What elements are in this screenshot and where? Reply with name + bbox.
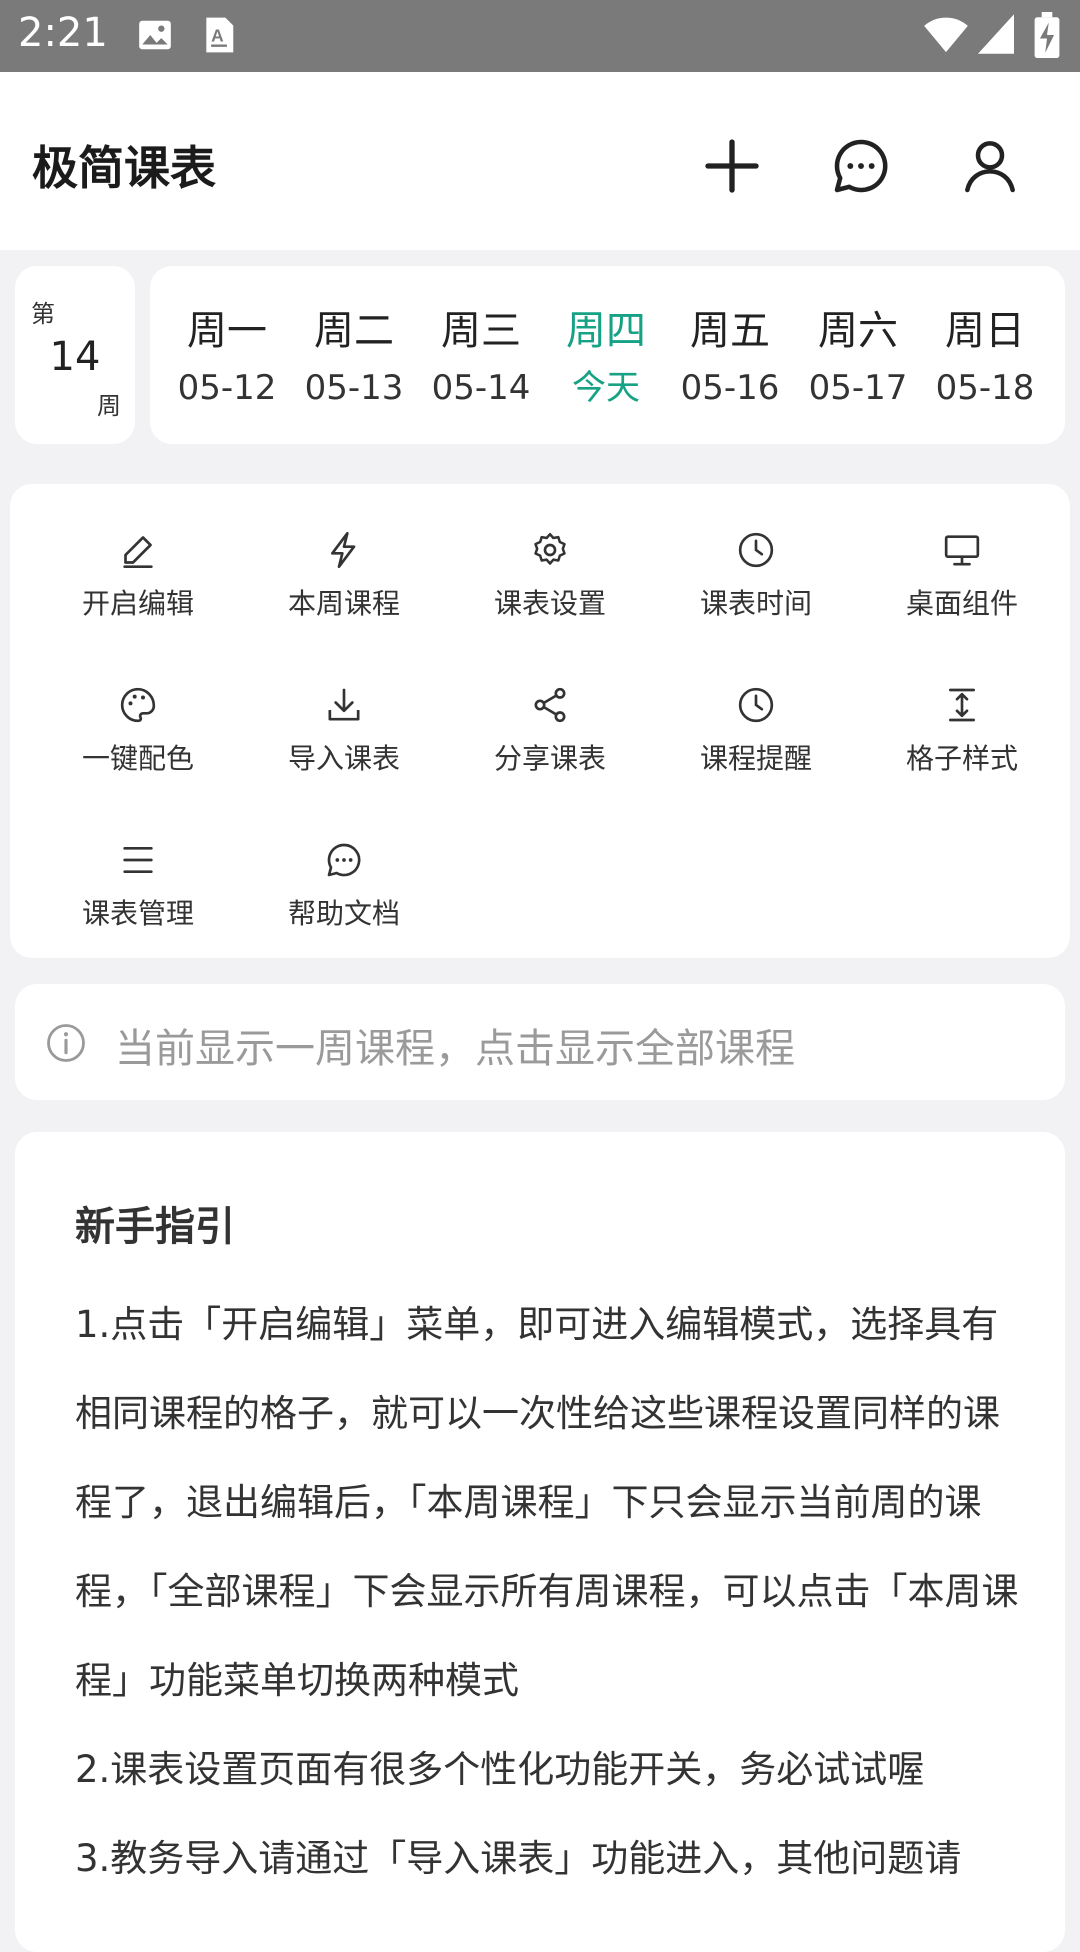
day-date: 05-17 — [808, 368, 908, 408]
day-date: 今天 — [572, 368, 640, 408]
clock-icon — [738, 687, 774, 723]
menu-item-reminder[interactable]: 课程提醒 — [676, 685, 836, 777]
day-date: 05-14 — [431, 368, 531, 408]
menu-item-label: 课表管理 — [81, 897, 194, 930]
day-name: 周三 — [441, 308, 521, 354]
info-icon — [47, 1024, 85, 1062]
menu-item-label: 课表设置 — [493, 587, 606, 620]
day-thursday-today: 周四 今天 — [546, 304, 666, 418]
day-sunday: 周日 05-18 — [925, 304, 1045, 418]
guide-paragraph: 2.课表设置页面有很多个性化功能开关，务必试试喔 — [75, 1748, 925, 1791]
list-icon — [123, 847, 153, 873]
menu-item-label: 格子样式 — [905, 742, 1018, 775]
download-icon — [328, 688, 360, 721]
day-name: 周六 — [818, 308, 898, 354]
menu-item-color[interactable]: 一键配色 — [58, 685, 218, 777]
menu-item-manage[interactable]: 课表管理 — [58, 840, 218, 932]
show-all-courses-bar[interactable]: 当前显示一周课程，点击显示全部课程 — [15, 984, 1065, 1100]
menu-item-label: 桌面组件 — [905, 587, 1018, 620]
clock-icon — [738, 532, 774, 568]
day-date: 05-12 — [177, 368, 277, 408]
menu-item-week-courses[interactable]: 本周课程 — [264, 530, 424, 622]
day-monday: 周一 05-12 — [167, 304, 287, 418]
menu-item-label: 课表时间 — [699, 587, 812, 620]
week-number: 14 — [49, 334, 101, 380]
week-suffix: 周 — [97, 392, 121, 420]
signal-icon — [978, 14, 1014, 58]
menu-item-time[interactable]: 课表时间 — [676, 530, 836, 622]
week-prefix: 第 — [31, 300, 55, 328]
day-friday: 周五 05-16 — [670, 304, 790, 418]
menu-item-help[interactable]: 帮助文档 — [264, 840, 424, 932]
guide-paragraph: 1.点击「开启编辑」菜单，即可进入编辑模式，选择具有相同课程的格子，就可以一次性… — [75, 1303, 1019, 1702]
wifi-icon — [924, 14, 968, 58]
guide-title: 新手指引 — [75, 1204, 235, 1250]
battery-charging-icon — [1034, 12, 1060, 62]
menu-item-label: 本周课程 — [287, 587, 400, 620]
share-icon — [534, 687, 566, 723]
pencil-icon — [123, 536, 153, 568]
text-a-icon: A — [202, 16, 236, 58]
status-time: 2:21 — [18, 10, 108, 56]
menu-item-settings[interactable]: 课表设置 — [470, 530, 630, 622]
guide-paragraph: 3.教务导入请通过「导入课表」功能进入，其他问题请 — [75, 1837, 962, 1880]
add-icon — [705, 139, 759, 193]
height-icon — [949, 688, 975, 722]
days-header: 周一 05-12 周二 05-13 周三 05-14 周四 今天 周五 05-1… — [150, 266, 1065, 444]
menu-item-share[interactable]: 分享课表 — [470, 685, 630, 777]
day-saturday: 周六 05-17 — [798, 304, 918, 418]
function-menu: 开启编辑 本周课程 课表设置 课表时间 桌面组件 一键配色 导入课表 分享课表 … — [10, 484, 1070, 958]
profile-icon — [965, 141, 1015, 193]
app-title: 极简课表 — [32, 141, 216, 195]
profile-button[interactable] — [958, 134, 1022, 198]
info-text: 当前显示一周课程，点击显示全部课程 — [115, 1026, 795, 1072]
beginner-guide-card: 新手指引 1.点击「开启编辑」菜单，即可进入编辑模式，选择具有相同课程的格子，就… — [15, 1132, 1065, 1952]
menu-item-label: 导入课表 — [287, 742, 400, 775]
menu-item-label: 一键配色 — [81, 742, 194, 775]
menu-item-label: 课程提醒 — [699, 742, 812, 775]
chat-icon — [327, 843, 361, 877]
image-icon — [136, 16, 174, 58]
menu-item-widget[interactable]: 桌面组件 — [882, 530, 1042, 622]
menu-item-cell-style[interactable]: 格子样式 — [882, 685, 1042, 777]
day-name: 周五 — [690, 308, 770, 354]
week-selector[interactable]: 第 14 周 — [15, 266, 135, 444]
status-bar: 2:21 A — [0, 0, 1080, 72]
day-tuesday: 周二 05-13 — [294, 304, 414, 418]
app-bar: 极简课表 — [0, 72, 1080, 250]
menu-item-label: 开启编辑 — [81, 587, 194, 620]
message-button[interactable] — [829, 134, 893, 198]
day-wednesday: 周三 05-14 — [421, 304, 541, 418]
day-name: 周四 — [566, 308, 646, 354]
lightning-icon — [331, 532, 356, 568]
add-button[interactable] — [700, 134, 764, 198]
day-name: 周日 — [945, 308, 1025, 354]
gear-icon — [534, 532, 566, 565]
menu-item-import[interactable]: 导入课表 — [264, 685, 424, 777]
day-name: 周一 — [187, 308, 267, 354]
monitor-icon — [944, 535, 980, 566]
day-date: 05-16 — [680, 368, 780, 408]
day-date: 05-18 — [935, 368, 1035, 408]
day-date: 05-13 — [304, 368, 404, 408]
menu-item-label: 帮助文档 — [287, 897, 400, 930]
menu-item-label: 分享课表 — [493, 742, 606, 775]
palette-icon — [120, 687, 156, 723]
svg-text:A: A — [211, 25, 224, 45]
menu-item-edit[interactable]: 开启编辑 — [58, 530, 218, 622]
message-icon — [834, 139, 888, 193]
guide-body: 1.点击「开启编辑」菜单，即可进入编辑模式，选择具有相同课程的格子，就可以一次性… — [75, 1280, 1025, 1903]
day-name: 周二 — [314, 308, 394, 354]
